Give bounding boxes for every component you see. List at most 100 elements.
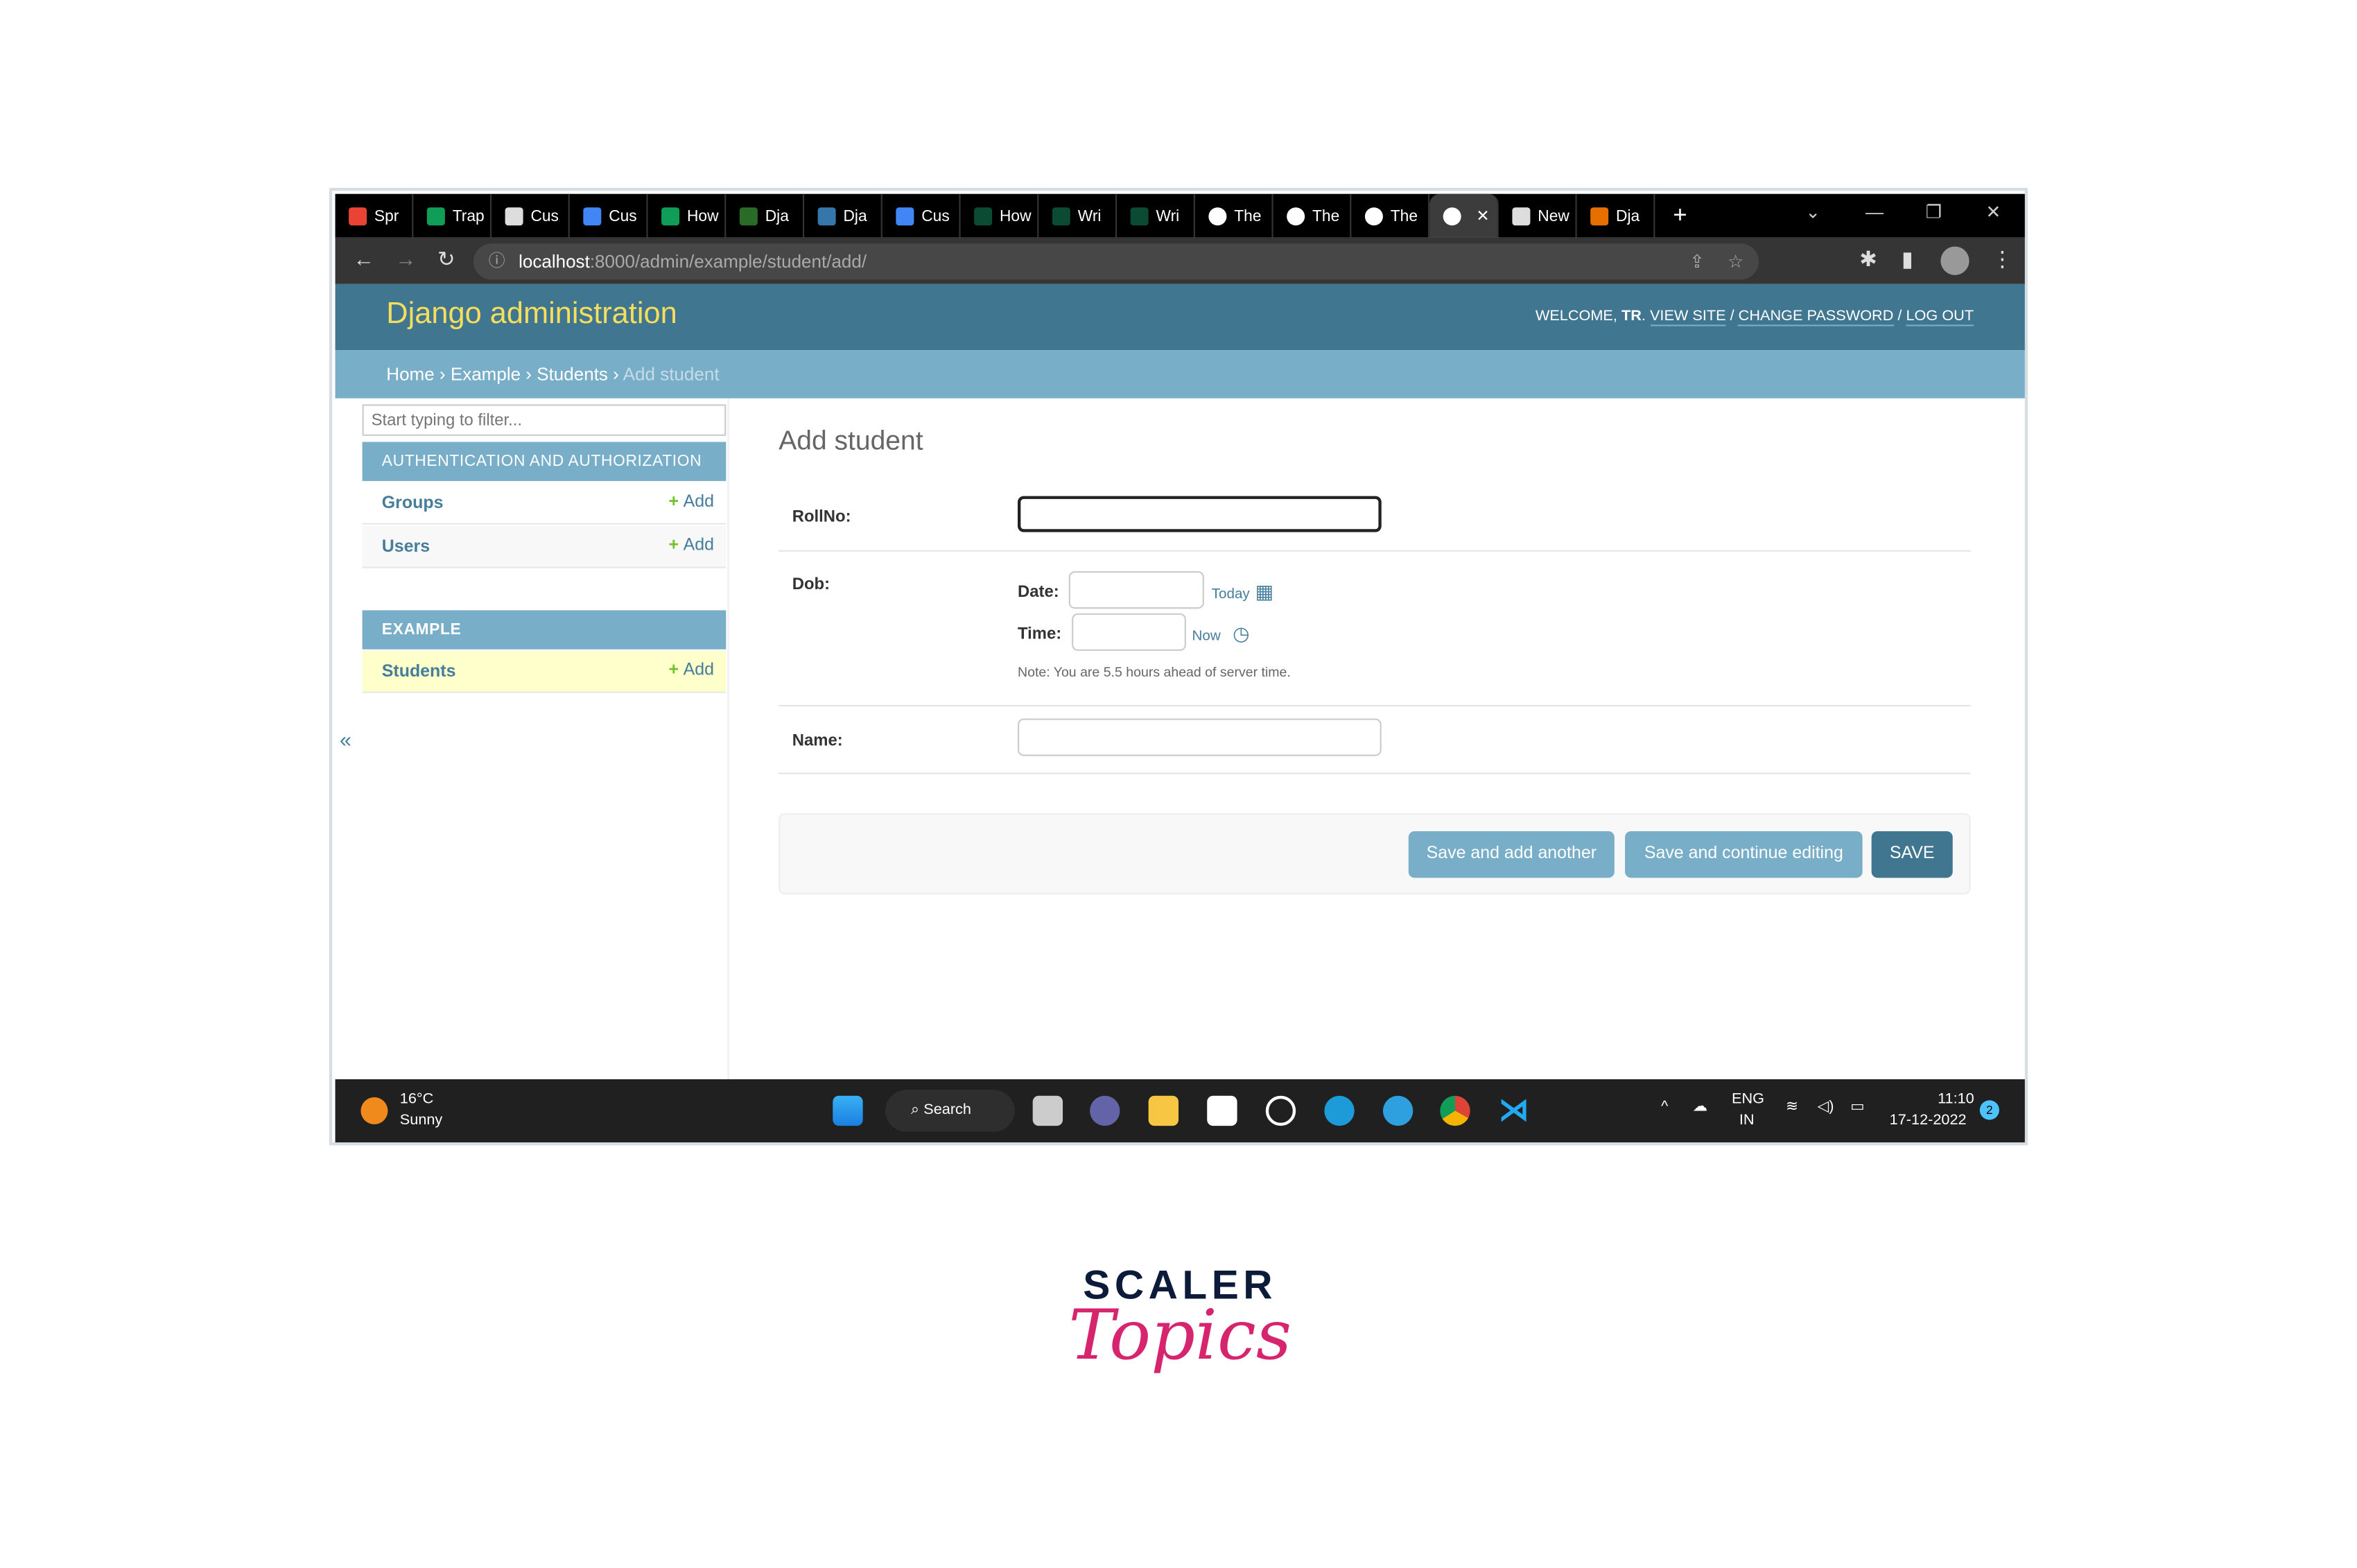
- sheets-icon: [426, 207, 445, 225]
- browser-tab[interactable]: How: [648, 193, 727, 238]
- breadcrumb-home[interactable]: Home: [386, 364, 434, 385]
- save-button[interactable]: SAVE: [1871, 831, 1953, 878]
- browser-tab[interactable]: New: [1499, 193, 1577, 238]
- browser-tab[interactable]: The: [1195, 193, 1273, 238]
- tab-label: How: [686, 207, 719, 225]
- name-input[interactable]: [1018, 718, 1382, 756]
- browser-tab[interactable]: The: [1273, 193, 1352, 238]
- sidebar-item-label[interactable]: Users: [382, 538, 430, 556]
- browser-tab[interactable]: Trap: [413, 193, 492, 238]
- search-icon: ⌕: [911, 1101, 920, 1119]
- battery-icon[interactable]: ▭: [1850, 1099, 1864, 1115]
- extensions-icon[interactable]: ✱: [1859, 247, 1877, 272]
- save-and-continue-button[interactable]: Save and continue editing: [1625, 831, 1863, 878]
- date-input[interactable]: [1068, 570, 1204, 609]
- breadcrumb-example[interactable]: Example: [451, 364, 521, 385]
- menu-icon[interactable]: ⋮: [1992, 247, 2012, 272]
- browser-tab[interactable]: Cus: [570, 193, 648, 238]
- view-site-link[interactable]: View site: [1649, 308, 1726, 326]
- minimize-button[interactable]: —: [1865, 191, 1884, 234]
- scaler-topics-logo: SCALER Topics: [1052, 1262, 1308, 1443]
- browser-tab[interactable]: Wri: [1117, 193, 1195, 238]
- tab-label: The: [1312, 207, 1340, 225]
- show-hidden-icons[interactable]: ^: [1661, 1099, 1668, 1115]
- notification-badge[interactable]: 2: [1979, 1100, 1999, 1120]
- bookmark-star-icon[interactable]: ☆: [1728, 243, 1743, 279]
- restore-button[interactable]: ❐: [1926, 191, 1942, 234]
- breadcrumb-students[interactable]: Students: [537, 364, 608, 385]
- rollno-input[interactable]: [1018, 496, 1382, 532]
- save-and-add-another-button[interactable]: Save and add another: [1408, 831, 1615, 878]
- onedrive-icon[interactable]: ☁: [1693, 1099, 1708, 1115]
- browser-tab[interactable]: Dja: [726, 193, 805, 238]
- sidebar-filter-input[interactable]: [362, 404, 727, 436]
- now-link[interactable]: Now: [1192, 628, 1221, 645]
- browser-tab[interactable]: The: [1351, 193, 1430, 238]
- get-help-icon[interactable]: [1382, 1095, 1414, 1126]
- clock-time[interactable]: 11:10: [1938, 1091, 1974, 1108]
- address-toolbar: ← → ↻ ⓘ localhost:8000/admin/example/stu…: [335, 237, 2025, 284]
- taskbar-search[interactable]: ⌕ Search: [885, 1090, 1015, 1132]
- module-header-auth[interactable]: Authentication and Authorization: [362, 442, 727, 481]
- back-icon[interactable]: ←: [354, 247, 374, 271]
- weather-sun-icon[interactable]: [360, 1097, 388, 1124]
- sidebar-item-label[interactable]: Students: [382, 663, 456, 681]
- add-students-link[interactable]: + Add: [669, 661, 714, 679]
- task-view-icon[interactable]: [1032, 1095, 1063, 1126]
- add-users-link[interactable]: + Add: [669, 537, 714, 555]
- site-brand[interactable]: Django administration: [386, 297, 677, 332]
- docs-icon: [896, 207, 914, 225]
- app-icon[interactable]: [1265, 1095, 1296, 1126]
- temperature[interactable]: 16°C: [400, 1091, 433, 1108]
- today-link[interactable]: Today: [1212, 586, 1250, 603]
- share-icon[interactable]: ⇪: [1689, 243, 1705, 279]
- new-tab-button[interactable]: +: [1673, 202, 1687, 229]
- weather-condition[interactable]: Sunny: [400, 1113, 442, 1129]
- sidebar-item-label[interactable]: Groups: [382, 494, 444, 512]
- java-icon: [1590, 207, 1609, 225]
- change-password-link[interactable]: Change password: [1738, 308, 1894, 326]
- browser-tab[interactable]: Dja: [1577, 193, 1655, 238]
- browser-tab[interactable]: Dja: [804, 193, 882, 238]
- browser-tab[interactable]: Cus: [492, 193, 570, 238]
- clock-icon[interactable]: ◷: [1233, 622, 1250, 647]
- forward-icon[interactable]: →: [395, 247, 416, 271]
- edge-icon[interactable]: [1324, 1095, 1355, 1126]
- time-input[interactable]: [1072, 613, 1186, 651]
- wifi-icon[interactable]: ≋: [1786, 1099, 1798, 1115]
- browser-tab[interactable]: Cus: [882, 193, 961, 238]
- sidebar-item-students[interactable]: Students + Add: [362, 650, 727, 693]
- calendar-icon[interactable]: ▦: [1255, 580, 1274, 604]
- module-header-example[interactable]: Example: [362, 610, 727, 650]
- add-groups-link[interactable]: + Add: [669, 493, 714, 511]
- browser-tab[interactable]: Spr: [336, 193, 414, 238]
- chrome-icon[interactable]: [1440, 1095, 1470, 1126]
- rollno-label: RollNo:: [792, 507, 851, 526]
- browser-tab[interactable]: ✕: [1429, 193, 1499, 238]
- reload-icon[interactable]: ↻: [437, 247, 455, 272]
- tab-search-icon[interactable]: ⌄: [1805, 191, 1820, 234]
- microsoft-store-icon[interactable]: [1207, 1095, 1237, 1126]
- info-icon[interactable]: ⓘ: [489, 243, 505, 279]
- windows-start-icon[interactable]: [833, 1095, 863, 1126]
- sidebar-item-users[interactable]: Users + Add: [362, 525, 727, 568]
- sidebar-item-groups[interactable]: Groups + Add: [362, 482, 727, 525]
- language-region[interactable]: IN: [1739, 1113, 1755, 1129]
- language-primary[interactable]: ENG: [1732, 1091, 1764, 1108]
- close-tab-icon[interactable]: ✕: [1476, 207, 1489, 225]
- file-explorer-icon[interactable]: [1148, 1095, 1179, 1126]
- teams-chat-icon[interactable]: [1090, 1095, 1120, 1126]
- profile-avatar[interactable]: [1940, 246, 1969, 275]
- clock-date[interactable]: 17-12-2022: [1890, 1113, 1967, 1129]
- browser-tab[interactable]: How: [961, 193, 1039, 238]
- page-title: Add student: [779, 425, 923, 456]
- vscode-icon[interactable]: ⋊: [1499, 1096, 1529, 1126]
- log-out-link[interactable]: Log out: [1906, 308, 1974, 326]
- close-window-button[interactable]: ✕: [1985, 191, 2001, 234]
- side-panel-icon[interactable]: ▮: [1902, 247, 1913, 272]
- tab-label: The: [1390, 207, 1418, 225]
- toggle-sidebar-button[interactable]: «: [340, 728, 351, 752]
- browser-tab[interactable]: Wri: [1038, 193, 1117, 238]
- url-bar[interactable]: ⓘ localhost:8000/admin/example/student/a…: [473, 243, 1759, 280]
- volume-icon[interactable]: ◁): [1818, 1099, 1834, 1115]
